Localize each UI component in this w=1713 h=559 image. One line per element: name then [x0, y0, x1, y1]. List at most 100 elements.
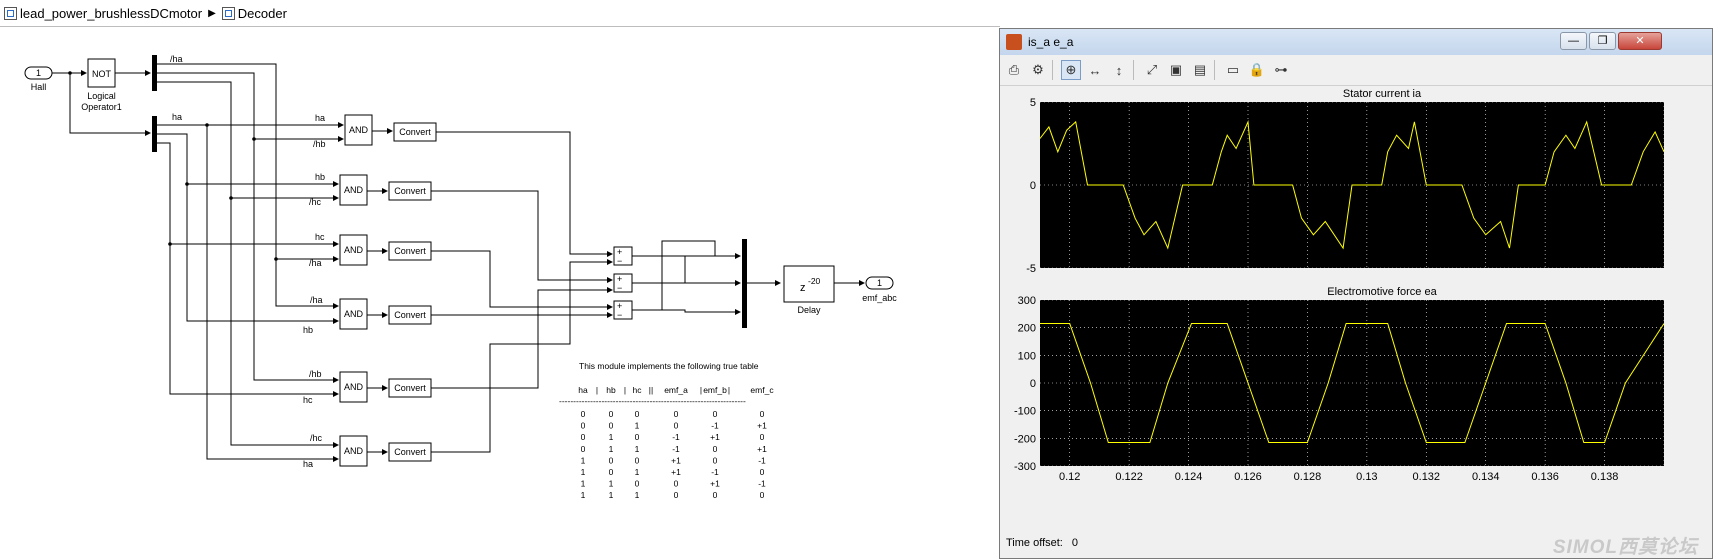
x-tick-label: 0.138: [1591, 471, 1619, 483]
truth-table-cell: +1: [671, 455, 681, 465]
convert-block-1[interactable]: Convert: [393, 122, 437, 142]
lock-axes-button[interactable]: 🔒: [1247, 60, 1267, 80]
truth-table-rule: ----------------------------------------…: [559, 396, 746, 406]
toolbar-separator: [1052, 60, 1053, 80]
truth-table-header: ha | hb | hc || emf_a | emf_b | emf_c: [578, 385, 774, 395]
sum-block-2[interactable]: + −: [613, 273, 633, 293]
signal-selector-icon: ⊶: [1274, 62, 1288, 77]
truth-table-cell: 1: [609, 490, 614, 500]
truth-table-cell: 0: [674, 421, 679, 431]
and5-in1-label: /hb: [309, 369, 322, 379]
truth-table-cell: +1: [710, 432, 720, 442]
mux-block[interactable]: [742, 239, 747, 328]
truth-table-cell: 0: [760, 409, 765, 419]
restore-button[interactable]: ❐: [1589, 32, 1616, 50]
zoom-in-button[interactable]: ⊕: [1061, 60, 1081, 80]
zoom-in-icon: ⊕: [1065, 62, 1077, 77]
sum-block-3[interactable]: + −: [613, 300, 633, 320]
truth-table-cell: 0: [581, 444, 586, 454]
truth-table-annotation: This module implements the following tru…: [559, 361, 774, 500]
and4-in2-label: hb: [303, 325, 313, 335]
and-gate-2[interactable]: AND: [339, 174, 368, 206]
and3-in2-label: /ha: [309, 258, 322, 268]
x-tick-label: 0.136: [1531, 471, 1559, 483]
truth-table-cell: 0: [635, 432, 640, 442]
autoscale-button[interactable]: ⤢: [1142, 60, 1162, 80]
convert-label: Convert: [394, 310, 426, 320]
y-tick-label: -100: [1014, 406, 1036, 418]
hall-port-number: 1: [36, 68, 41, 78]
truth-table-header-cell: |: [700, 385, 702, 395]
restore-axes-button[interactable]: ▤: [1190, 60, 1210, 80]
and6-in2-label: ha: [303, 459, 313, 469]
y-tick-label: 0: [1030, 180, 1036, 192]
truth-table-header-cell: ||: [649, 385, 653, 395]
demux-hall[interactable]: [152, 116, 157, 152]
parameters-button[interactable]: ⚙: [1028, 60, 1048, 80]
zoom-y-button[interactable]: ↕: [1109, 60, 1129, 80]
zoom-x-button[interactable]: ↔: [1085, 60, 1105, 80]
save-axes-button[interactable]: ▣: [1166, 60, 1186, 80]
chart-title-stator-current: Stator current ia: [1343, 88, 1422, 100]
and-label: AND: [344, 245, 364, 255]
print-button[interactable]: ⎙: [1004, 60, 1024, 80]
floating-scope-button[interactable]: ▭: [1223, 60, 1243, 80]
scope-plots: Stator current ia 5 0 -5 Electromotive for…: [1014, 88, 1665, 483]
truth-table-header-cell: |: [624, 385, 626, 395]
truth-table-cell: -1: [711, 421, 719, 431]
truth-table-cell: 0: [713, 490, 718, 500]
and-gate-5[interactable]: AND: [339, 371, 368, 403]
print-icon: ⎙: [1008, 62, 1020, 77]
demux-not-hall[interactable]: [152, 55, 157, 91]
convert-block-4[interactable]: Convert: [388, 305, 432, 325]
not-label-1: Logical: [87, 91, 116, 101]
delay-label: Delay: [797, 305, 821, 315]
truth-table-rows: 0 0 0 0 0 00 0 1 0 -1 +10 1 0 -1 +1 00 1 1 -1 0 +11 0 0 +1 0 -11 0…: [581, 409, 767, 500]
truth-table-cell: 0: [635, 455, 640, 465]
and6-in1-label: /hc: [310, 433, 323, 443]
truth-table-cell: +1: [710, 479, 720, 489]
and1-in2-label: /hb: [313, 139, 326, 149]
truth-table-cell: 1: [609, 479, 614, 489]
delay-block[interactable]: z -20: [783, 265, 835, 303]
breadcrumb-subsystem-link[interactable]: Decoder: [238, 6, 287, 21]
convert-block-5[interactable]: Convert: [388, 378, 432, 398]
and-gate-3[interactable]: AND: [339, 234, 368, 266]
truth-table-cell: 1: [635, 490, 640, 500]
convert-block-2[interactable]: Convert: [388, 181, 432, 201]
truth-table-cell: 0: [609, 421, 614, 431]
truth-table-cell: 0: [713, 409, 718, 419]
time-offset: Time offset: 0: [1006, 537, 1078, 549]
lock-axes-icon: 🔒: [1248, 62, 1266, 77]
and-gate-1[interactable]: AND: [344, 114, 373, 146]
and-label: AND: [344, 382, 364, 392]
sum-minus: −: [617, 283, 622, 293]
signal-not-ha: /ha: [170, 54, 183, 64]
and5-in2-label: hc: [303, 395, 313, 405]
close-button[interactable]: ✕: [1618, 32, 1662, 50]
convert-block-6[interactable]: Convert: [388, 442, 432, 462]
sum-block-1[interactable]: + −: [613, 246, 633, 266]
subsystem-icon: [221, 6, 235, 20]
truth-table-header-cell: hc: [633, 385, 643, 395]
zoom-x-icon: ↔: [1088, 62, 1102, 78]
truth-table-cell: 0: [635, 479, 640, 489]
signal-selector-button[interactable]: ⊶: [1271, 60, 1291, 80]
convert-label: Convert: [394, 246, 426, 256]
scope-window[interactable]: is_a e_a — ❐ ✕ ⎙ ⚙ ⊕ ↔ ↕ ⤢ ▣ ▤ ▭ 🔒 ⊶ Stator curren…: [999, 28, 1713, 559]
minimize-button[interactable]: —: [1560, 32, 1587, 50]
breadcrumb-model-link[interactable]: lead_power_brushlessDCmotor: [20, 6, 202, 21]
and-label: AND: [349, 125, 369, 135]
truth-table-cell: 0: [609, 467, 614, 477]
convert-block-3[interactable]: Convert: [388, 241, 432, 261]
and-gate-6[interactable]: AND: [339, 435, 368, 467]
and2-in1-label: hb: [315, 172, 325, 182]
and-gate-4[interactable]: AND: [339, 298, 368, 330]
truth-table-cell: 0: [581, 409, 586, 419]
x-tick-label: 0.128: [1294, 471, 1322, 483]
truth-table-header-cell: hb: [606, 385, 616, 395]
floating-scope-icon: ▭: [1226, 62, 1240, 77]
scope-titlebar[interactable]: is_a e_a — ❐ ✕: [1000, 29, 1712, 55]
zoom-y-icon: ↕: [1115, 62, 1123, 78]
truth-table-cell: 1: [635, 421, 640, 431]
